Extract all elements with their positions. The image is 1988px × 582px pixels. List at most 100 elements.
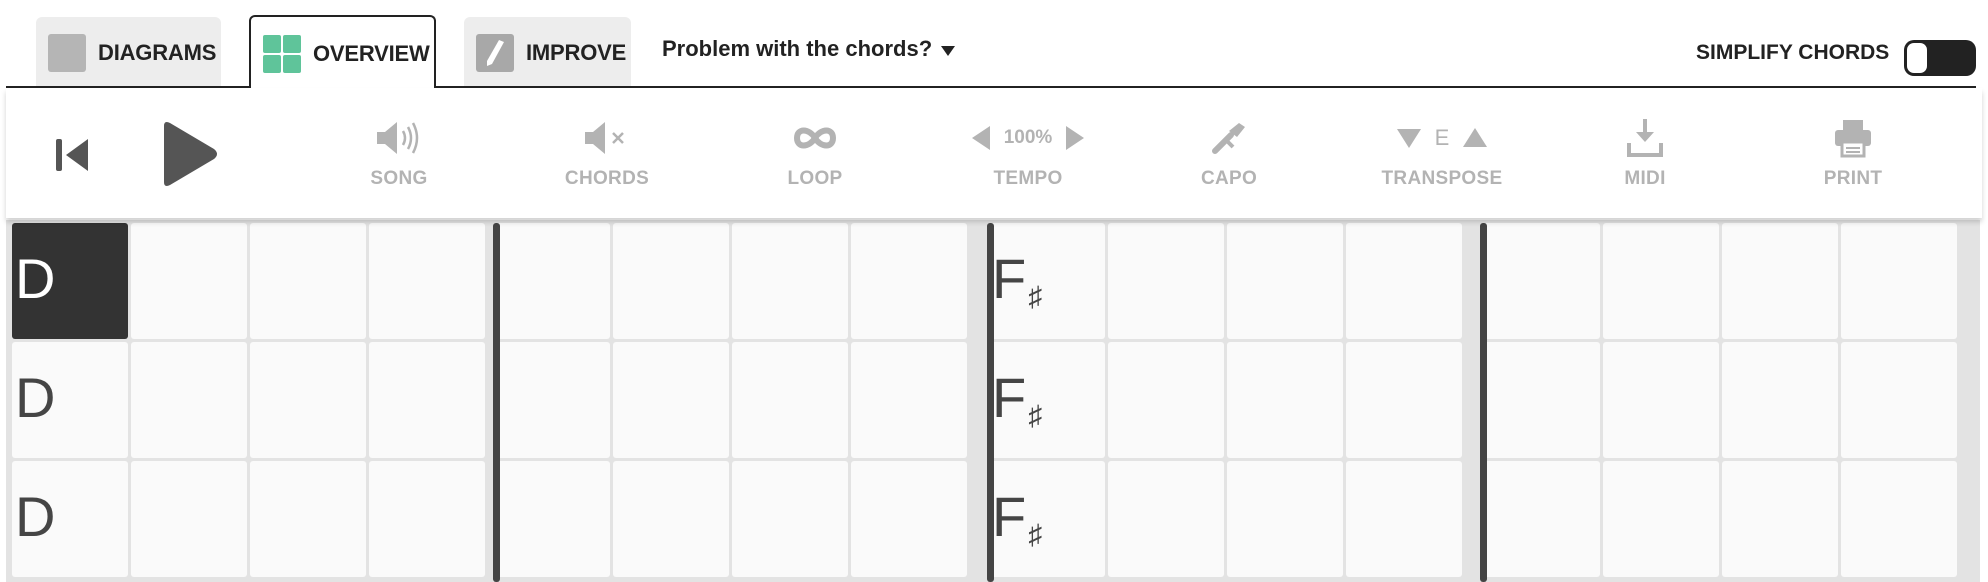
chord-cell[interactable] (1722, 461, 1838, 577)
chord-cell[interactable]: D (12, 342, 128, 458)
midi-label: MIDI (1624, 168, 1666, 189)
tab-label: OVERVIEW (313, 40, 430, 66)
chord-cell[interactable] (1841, 342, 1957, 458)
song-volume-button[interactable]: SONG (309, 88, 489, 218)
tab-label: DIAGRAMS (98, 39, 217, 65)
tempo-decrease-icon[interactable] (968, 124, 992, 152)
chord-cell[interactable] (1484, 461, 1600, 577)
chord-cell[interactable] (851, 461, 967, 577)
toggle-knob (1907, 43, 1927, 73)
problem-with-chords-dropdown[interactable]: Problem with the chords? (662, 36, 956, 62)
transpose-key: E (1434, 125, 1450, 150)
tab-overview[interactable]: OVERVIEW (249, 15, 436, 90)
chord-cell[interactable] (131, 223, 247, 339)
chord-grid: D F♯ D F♯ D F♯ (6, 220, 1980, 582)
chord-cell[interactable] (494, 342, 610, 458)
chord-cell[interactable] (1346, 342, 1462, 458)
measure-bar-line (987, 223, 994, 582)
caret-down-icon (941, 45, 956, 56)
chord-cell[interactable] (1227, 223, 1343, 339)
chord-symbol: D (15, 370, 57, 444)
simplify-chords-label: SIMPLIFY CHORDS (1696, 41, 1890, 64)
chord-cell[interactable] (1603, 223, 1719, 339)
chord-cell[interactable] (1722, 223, 1838, 339)
chord-symbol: D (15, 489, 57, 563)
print-button[interactable]: PRINT (1763, 88, 1943, 218)
chord-accidental: ♯ (1028, 281, 1043, 312)
chord-cell[interactable] (1108, 342, 1224, 458)
tempo-control: 100% TEMPO (933, 88, 1123, 218)
chord-cell[interactable] (613, 223, 729, 339)
chord-cell[interactable] (369, 223, 485, 339)
capo-icon (1212, 123, 1245, 154)
song-label: SONG (370, 168, 428, 189)
chord-cell[interactable] (1722, 342, 1838, 458)
chord-cell[interactable]: D (12, 461, 128, 577)
play-button[interactable] (158, 120, 220, 193)
chord-root: D (15, 366, 56, 429)
chord-cell[interactable] (1227, 461, 1343, 577)
chord-cell[interactable] (1841, 461, 1957, 577)
chord-cell[interactable] (1346, 461, 1462, 577)
chord-cell[interactable] (369, 461, 485, 577)
chord-root: D (15, 485, 56, 548)
transpose-label: TRANSPOSE (1381, 168, 1503, 189)
chords-mute-button[interactable]: CHORDS (517, 88, 697, 218)
chord-cell-selected[interactable]: D (12, 223, 128, 339)
chord-cell[interactable] (131, 342, 247, 458)
playback-toolbar: SONG CHORDS LOOP 100% TEMPO CAPO E TRANS… (6, 88, 1982, 218)
chord-cell[interactable] (1484, 223, 1600, 339)
chord-cell[interactable] (494, 223, 610, 339)
chord-cell[interactable] (494, 461, 610, 577)
infinity-loop-icon (793, 127, 837, 149)
chord-cell[interactable] (1841, 223, 1957, 339)
chord-cell[interactable] (1603, 461, 1719, 577)
chord-cell[interactable] (732, 223, 848, 339)
chord-cell[interactable] (1108, 223, 1224, 339)
tab-label: IMPROVE (526, 39, 627, 65)
tempo-label: TEMPO (993, 168, 1063, 189)
chord-cell[interactable]: F♯ (989, 461, 1105, 577)
chord-cell[interactable] (613, 461, 729, 577)
speaker-mute-icon (585, 122, 624, 154)
simplify-chords-toggle[interactable] (1904, 40, 1976, 76)
chord-cell[interactable] (369, 342, 485, 458)
transpose-down-icon[interactable] (1395, 126, 1423, 150)
chord-cell[interactable] (732, 461, 848, 577)
tab-bar: DIAGRAMS OVERVIEW IMPROVE Problem with t… (0, 0, 1988, 90)
chord-cell[interactable] (613, 342, 729, 458)
chord-cell[interactable] (851, 223, 967, 339)
pencil-icon (476, 33, 514, 72)
print-label: PRINT (1823, 168, 1883, 189)
chord-cell[interactable] (1227, 342, 1343, 458)
transpose-up-icon[interactable] (1461, 126, 1489, 150)
chord-cell[interactable] (1108, 461, 1224, 577)
diagrams-icon (48, 33, 86, 72)
midi-download-button[interactable]: MIDI (1555, 88, 1735, 218)
tab-improve[interactable]: IMPROVE (464, 17, 631, 88)
chord-cell[interactable] (732, 342, 848, 458)
printer-icon (1835, 120, 1871, 158)
chord-cell[interactable] (1603, 342, 1719, 458)
chord-cell[interactable]: F♯ (989, 342, 1105, 458)
chord-cell[interactable]: F♯ (989, 223, 1105, 339)
tab-diagrams[interactable]: DIAGRAMS (36, 17, 221, 88)
capo-button[interactable]: CAPO (1139, 88, 1319, 218)
skip-to-start-button[interactable] (52, 136, 92, 179)
chord-player-app: DIAGRAMS OVERVIEW IMPROVE Problem with t… (0, 0, 1988, 582)
chords-label: CHORDS (564, 168, 650, 189)
chord-accidental: ♯ (1028, 519, 1043, 550)
chord-symbol: D (15, 251, 57, 325)
chord-cell[interactable] (1484, 342, 1600, 458)
loop-button[interactable]: LOOP (725, 88, 905, 218)
chord-cell[interactable] (131, 461, 247, 577)
chord-cell[interactable] (250, 342, 366, 458)
measure-bar-line (493, 223, 500, 582)
chord-cell[interactable] (250, 461, 366, 577)
tempo-increase-icon[interactable] (1064, 124, 1088, 152)
grid-overview-icon (263, 34, 301, 73)
chord-cell[interactable] (1346, 223, 1462, 339)
speaker-volume-icon (377, 122, 419, 154)
chord-cell[interactable] (250, 223, 366, 339)
chord-cell[interactable] (851, 342, 967, 458)
